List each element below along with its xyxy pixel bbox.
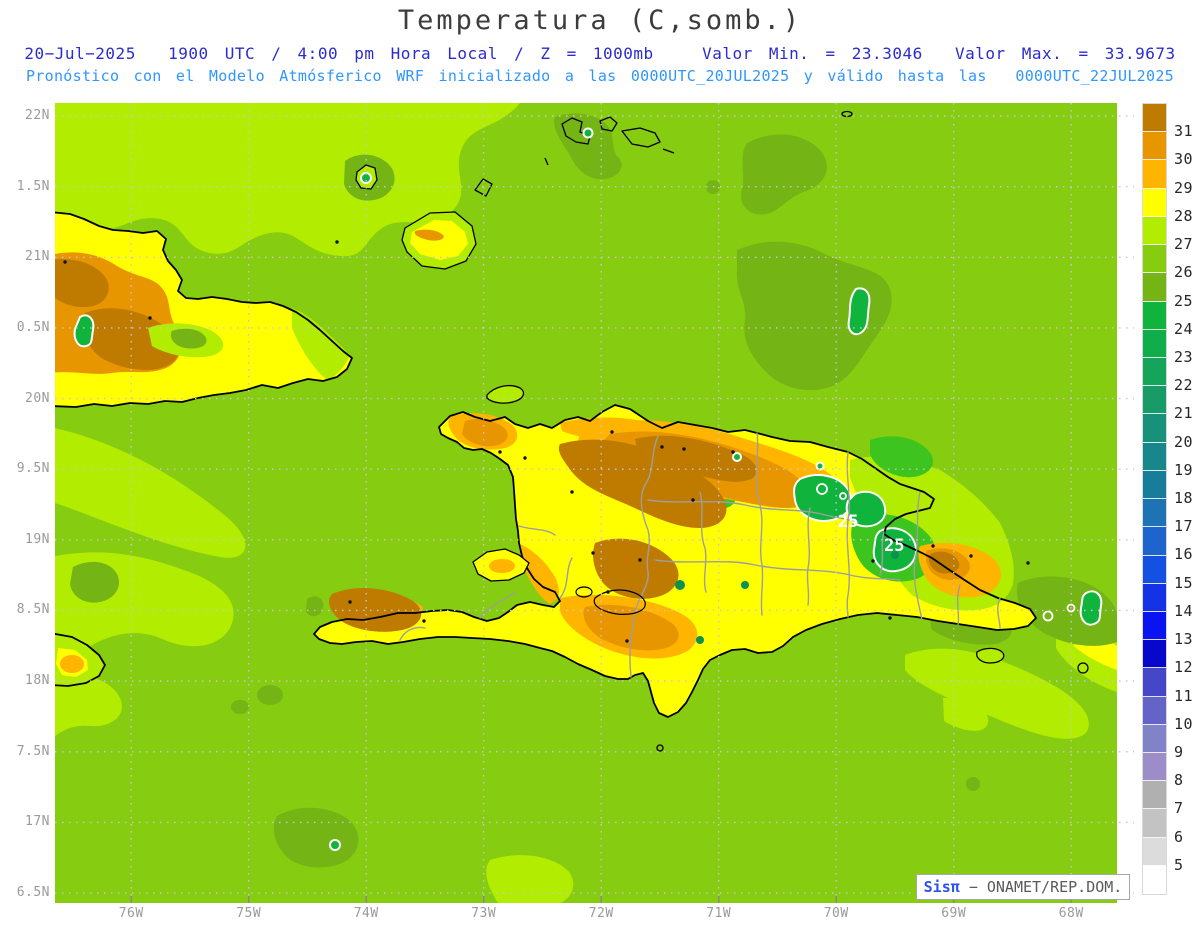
- colorbar-label: 11: [1174, 686, 1194, 705]
- colorbar-label: 29: [1174, 178, 1194, 197]
- lat-label: 20N: [25, 390, 50, 406]
- lon-label: 68W: [1058, 906, 1084, 921]
- lat-label: 8.5N: [16, 602, 50, 618]
- colorbar-segment: [1143, 696, 1166, 725]
- colorbar-segment: [1143, 245, 1166, 274]
- lat-label: 21N: [25, 249, 50, 265]
- colorbar-label: 23: [1174, 347, 1194, 366]
- watermark-org: [960, 878, 969, 896]
- lat-label: 18N: [25, 673, 50, 689]
- colorbar-segment: [1143, 499, 1166, 528]
- weather-map-page: Temperatura (C,somb.) 20−Jul−2025 1900 U…: [0, 0, 1200, 927]
- colorbar-segment: [1143, 414, 1166, 443]
- colorbar-label: 19: [1174, 460, 1194, 479]
- colorbar-label: 12: [1174, 658, 1194, 677]
- lat-label: 6.5N: [16, 885, 50, 901]
- colorbar-segment: [1143, 216, 1166, 246]
- colorbar-label: 31: [1174, 122, 1194, 141]
- colorbar-label: 27: [1174, 235, 1194, 254]
- colorbar-label: 10: [1174, 714, 1194, 733]
- colorbar-segment: [1143, 753, 1166, 782]
- colorbar-segment: [1143, 527, 1166, 556]
- colorbar-segment: [1143, 329, 1166, 358]
- colorbar-label: 8: [1174, 771, 1184, 790]
- colorbar-segment: [1143, 132, 1166, 161]
- lon-label: 74W: [353, 906, 379, 921]
- colorbar-label: 21: [1174, 404, 1194, 423]
- colorbar-segment: [1143, 781, 1166, 810]
- colorbar-label: 22: [1174, 376, 1194, 395]
- colorbar-label: 9: [1174, 742, 1184, 761]
- colorbar-label: 26: [1174, 263, 1194, 282]
- lon-label: 69W: [941, 906, 967, 921]
- lat-label: 7.5N: [16, 743, 50, 759]
- colorbar-segment: [1143, 555, 1166, 584]
- colorbar-segment: [1143, 583, 1166, 612]
- colorbar-segment: [1143, 668, 1166, 697]
- colorbar-label: 6: [1174, 827, 1184, 846]
- colorbar-label: 7: [1174, 799, 1184, 818]
- colorbar-label: 24: [1174, 319, 1194, 338]
- colorbar-label: 16: [1174, 545, 1194, 564]
- colorbar-segment: [1143, 724, 1166, 754]
- watermark-brand: Sisπ: [923, 878, 960, 896]
- lat-label: 0.5N: [16, 319, 50, 335]
- contour-label-25-b: 25: [884, 536, 904, 556]
- lat-label: 22N: [25, 108, 50, 123]
- colorbar-segment: [1143, 357, 1166, 387]
- colorbar-label: 17: [1174, 517, 1194, 536]
- temperature-map: 25 25: [55, 103, 1134, 903]
- lon-label: 70W: [823, 906, 849, 921]
- colorbar-label: 5: [1174, 855, 1184, 874]
- colorbar-segment: [1143, 188, 1166, 217]
- lon-label: 73W: [471, 906, 497, 921]
- colorbar-segment: [1143, 104, 1166, 133]
- colorbar-segment: [1143, 640, 1166, 669]
- lat-label: 17N: [25, 814, 50, 830]
- lat-label: 9.5N: [16, 461, 50, 477]
- lat-label: 19N: [25, 531, 50, 547]
- colorbar-segment: [1143, 160, 1166, 189]
- contour-label-25-a: 25: [838, 512, 858, 532]
- watermark-org-text: − ONAMET/REP.DOM.: [968, 878, 1123, 896]
- lat-label: 1.5N: [16, 178, 50, 194]
- colorbar-label: 25: [1174, 291, 1194, 310]
- colorbar-label: 20: [1174, 432, 1194, 451]
- lon-label: 76W: [118, 906, 144, 921]
- colorbar-segment: [1143, 442, 1166, 471]
- colorbar-segment: [1143, 611, 1166, 641]
- colorbar-segment: [1143, 865, 1166, 895]
- colorbar-label: 13: [1174, 630, 1194, 649]
- colorbar-label: 18: [1174, 489, 1194, 507]
- lon-label: 72W: [588, 906, 614, 921]
- colorbar-segment: [1143, 809, 1166, 838]
- colorbar-label: 30: [1174, 150, 1194, 169]
- colorbar-segment: [1143, 273, 1166, 302]
- watermark: Sisπ − ONAMET/REP.DOM.: [916, 874, 1130, 900]
- colorbar-segment: [1143, 470, 1166, 500]
- colorbar-segment: [1143, 301, 1166, 330]
- lon-label: 71W: [706, 906, 732, 921]
- colorbar-segment: [1143, 386, 1166, 415]
- lon-label: 75W: [236, 906, 262, 921]
- colorbar-segment: [1143, 837, 1166, 866]
- colorbar-label: 15: [1174, 573, 1194, 592]
- colorbar: [1142, 103, 1167, 895]
- colorbar-label: 28: [1174, 206, 1194, 225]
- colorbar-label: 14: [1174, 601, 1194, 620]
